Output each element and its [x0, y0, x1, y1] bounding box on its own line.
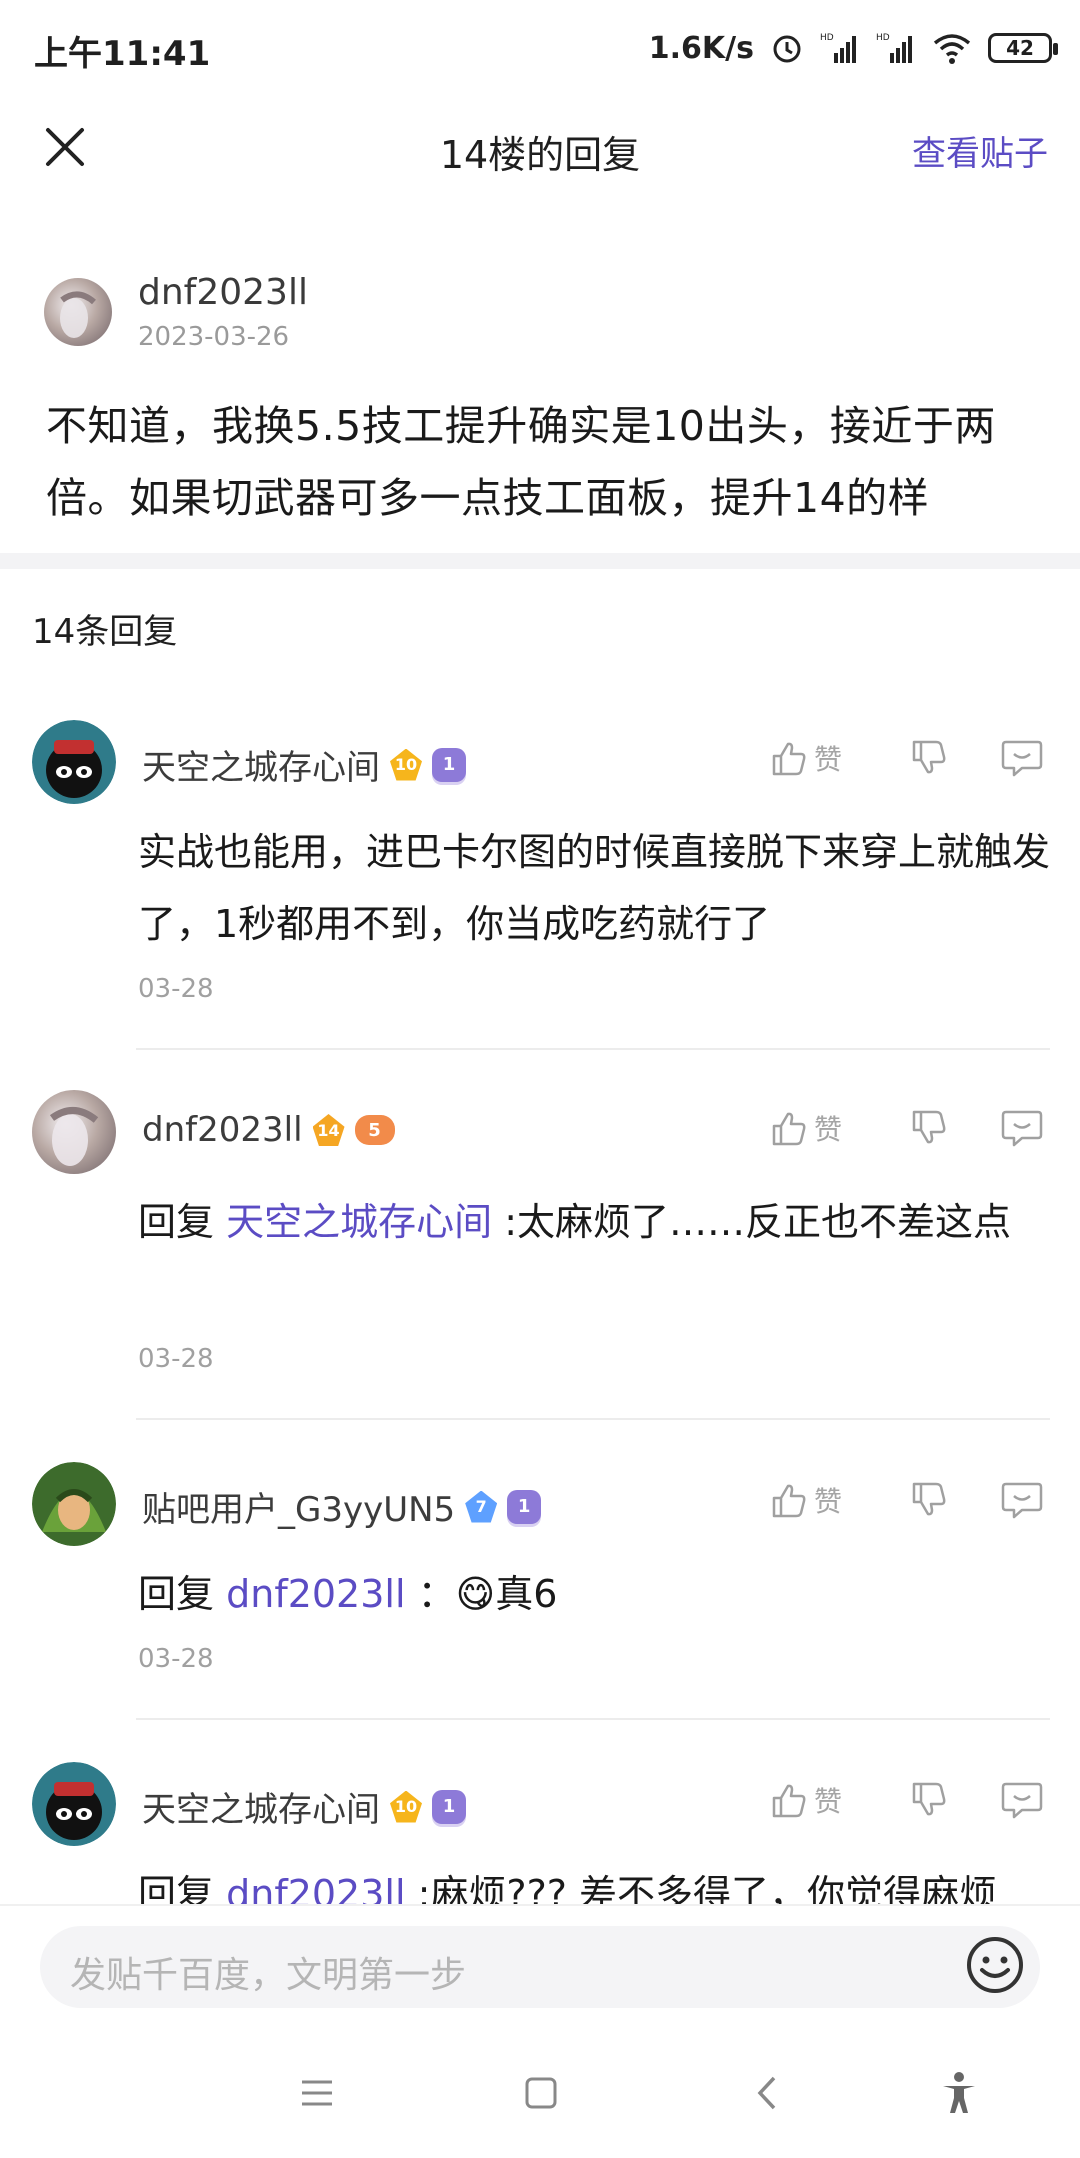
comment-icon[interactable]: [1000, 738, 1044, 778]
reply-content: :麻烦??? 差不多得了，你觉得麻烦: [417, 1872, 997, 1904]
game-badge: 5: [354, 1115, 395, 1145]
op-date: 2023-03-26: [138, 322, 290, 352]
signal-icon-2: HD: [876, 33, 912, 63]
cat-avatar-image: [32, 720, 116, 804]
reply-username[interactable]: 天空之城存心间: [142, 1782, 380, 1831]
mention-link[interactable]: dnf2023ll: [226, 1872, 405, 1904]
member-badge: 1: [432, 747, 466, 782]
reply-actions: 赞: [768, 1480, 1044, 1520]
thumbs-down-icon[interactable]: [908, 1480, 948, 1520]
avatar[interactable]: [32, 1462, 116, 1546]
avatar[interactable]: [32, 720, 116, 804]
status-icons: 1.6K/s HD HD 42: [648, 26, 1058, 70]
comment-icon[interactable]: [1000, 1108, 1044, 1148]
alarm-icon: [773, 35, 801, 63]
reply-content: 实战也能用，进巴卡尔图的时候直接脱下来穿上就触发了，1秒都用不到，你当成吃药就行…: [138, 830, 1051, 946]
signal-icon: HD: [820, 33, 856, 63]
thumbs-up-icon: [772, 742, 806, 776]
reply-date: 03-28: [138, 974, 214, 1004]
view-post-link[interactable]: 查看贴子: [912, 126, 1048, 175]
like-button[interactable]: 赞: [768, 1108, 864, 1148]
reply-divider: [136, 1718, 1050, 1720]
status-time: 上午11:41: [34, 34, 211, 74]
home-icon[interactable]: [516, 2068, 566, 2118]
accessibility-icon[interactable]: [934, 2068, 984, 2118]
thumbs-up-icon: [772, 1112, 806, 1146]
avatar[interactable]: [32, 1090, 116, 1174]
avatar[interactable]: [32, 1762, 116, 1846]
like-label: 赞: [814, 1785, 843, 1818]
like-button[interactable]: 赞: [768, 1780, 864, 1820]
level-badge: 10: [390, 748, 422, 781]
mention-link[interactable]: 天空之城存心间: [226, 1200, 492, 1244]
menu-icon[interactable]: [292, 2068, 342, 2118]
thumbs-up-icon: [772, 1484, 806, 1518]
reply-username-row: 天空之城存心间 10 1: [142, 1782, 466, 1831]
like-button[interactable]: 赞: [768, 738, 864, 778]
like-button[interactable]: 赞: [768, 1480, 864, 1520]
thumbs-up-icon: [772, 1784, 806, 1818]
op-username[interactable]: dnf2023ll: [138, 272, 308, 313]
wifi-icon: [933, 34, 971, 64]
op-content: 不知道，我换5.5技工提升确实是10出头，接近于两倍。如果切武器可多一点技工面板…: [46, 402, 996, 522]
reply-divider: [136, 1048, 1050, 1050]
reply-content-wrap: 回复 dnf2023ll :麻烦??? 差不多得了，你觉得麻烦: [138, 1858, 1058, 1904]
avatar-image: [60, 291, 96, 338]
reply-prefix: 回复: [138, 1200, 215, 1244]
reply-username[interactable]: 天空之城存心间: [142, 740, 380, 789]
level-badge: 7: [465, 1490, 498, 1523]
reply-item: 贴吧用户_G3yyUN5 7 1 赞 回复 dnf2023ll ：😋真6 03-…: [0, 1462, 1080, 1722]
level-badge: 14: [312, 1114, 345, 1146]
reply-content: :太麻烦了……反正也不差这点: [504, 1200, 1012, 1244]
reply-item: 天空之城存心间 10 1 赞 回复 dnf2023ll :麻烦??? 差不多得了…: [0, 1762, 1080, 1904]
member-badge: 1: [507, 1489, 542, 1524]
svg-text:HD: HD: [820, 33, 834, 43]
mention-link[interactable]: dnf2023ll: [226, 1572, 405, 1616]
girl-avatar-image: [32, 1462, 116, 1546]
reply-divider: [136, 1418, 1050, 1420]
avatar[interactable]: [44, 278, 112, 346]
level-badge: 10: [390, 1790, 422, 1823]
reply-actions: 赞: [768, 1108, 1044, 1148]
reply-date: 03-28: [138, 1644, 214, 1674]
reply-content-wrap: 回复 dnf2023ll ：😋真6: [138, 1558, 1058, 1630]
thumbs-down-icon[interactable]: [908, 1108, 948, 1148]
reply-username-row: dnf2023ll 14 5: [142, 1110, 395, 1150]
cat-avatar-image: [32, 1762, 116, 1846]
reply-date: 03-28: [138, 1344, 214, 1374]
reply-username[interactable]: 贴吧用户_G3yyUN5: [142, 1482, 455, 1531]
section-divider: [0, 553, 1080, 569]
reply-username-row: 贴吧用户_G3yyUN5 7 1: [142, 1482, 542, 1531]
reply-content: 真6: [495, 1572, 558, 1616]
like-label: 赞: [814, 1113, 843, 1146]
reply-item: 天空之城存心间 10 1 赞 实战也能用，进巴卡尔图的时候直接脱下来穿上就触发了…: [0, 720, 1080, 1050]
reply-item: dnf2023ll 14 5 赞 回复 天空之城存心间 :太麻烦了……反正也不差…: [0, 1090, 1080, 1420]
separator-colon: ：: [417, 1572, 456, 1616]
thumbs-down-icon[interactable]: [908, 1780, 948, 1820]
reply-count: 14条回复: [32, 612, 178, 652]
avatar-image: [49, 1107, 99, 1166]
svg-text:HD: HD: [876, 33, 890, 43]
battery-indicator: 42: [988, 33, 1058, 63]
reply-prefix: 回复: [138, 1872, 215, 1904]
battery-level: 42: [1006, 36, 1034, 60]
comment-placeholder[interactable]: 发贴千百度，文明第一步: [70, 1946, 466, 1998]
reply-actions: 赞: [768, 1780, 1044, 1820]
like-label: 赞: [814, 1485, 843, 1518]
reply-content-wrap: 回复 天空之城存心间 :太麻烦了……反正也不差这点: [138, 1186, 1058, 1258]
reply-username[interactable]: dnf2023ll: [142, 1110, 303, 1150]
net-speed: 1.6K/s: [648, 30, 754, 66]
emoji-icon[interactable]: [962, 1932, 1028, 1998]
reply-actions: 赞: [768, 738, 1044, 778]
comment-icon[interactable]: [1000, 1480, 1044, 1520]
emoji: 😋: [455, 1572, 496, 1616]
back-icon[interactable]: [744, 2068, 794, 2118]
reply-prefix: 回复: [138, 1572, 215, 1616]
like-label: 赞: [814, 743, 843, 776]
thumbs-down-icon[interactable]: [908, 738, 948, 778]
reply-username-row: 天空之城存心间 10 1: [142, 740, 466, 789]
comment-icon[interactable]: [1000, 1780, 1044, 1820]
member-badge: 1: [432, 1789, 466, 1824]
